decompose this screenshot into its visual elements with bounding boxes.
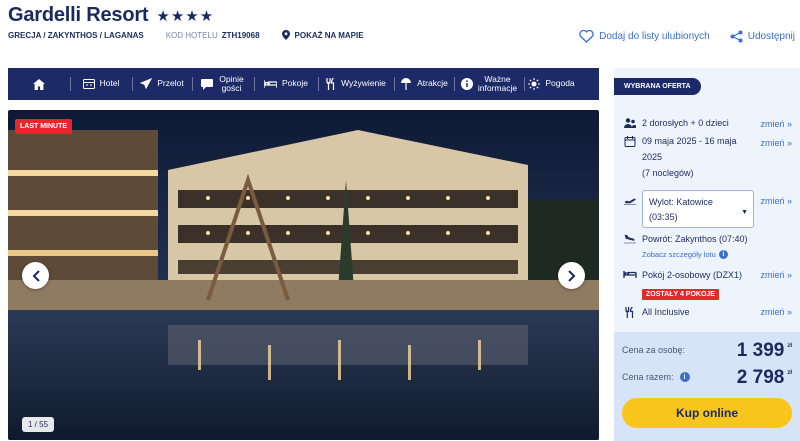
takeoff-icon — [624, 198, 636, 205]
price-per-person-value: 1 399 — [736, 340, 785, 361]
return-value: Powrót: Zakynthos (07:40) — [642, 234, 748, 244]
hotel-title-row: Gardelli Resort ★★★★ — [8, 4, 214, 27]
bed-icon — [623, 271, 637, 278]
change-departure-link[interactable]: zmień » — [760, 196, 792, 206]
departure-line-2: (03:35) — [649, 212, 678, 222]
nav-flight-label: Przelot — [157, 78, 184, 89]
share-label: Udostępnij — [747, 31, 795, 42]
return-row: Powrót: Zakynthos (07:40) — [622, 234, 748, 244]
nav-weather-label: Pogoda — [545, 78, 575, 89]
photo-gallery: LAST MINUTE 1 / 55 — [8, 110, 599, 440]
flight-details-link[interactable]: Zobacz szczegóły lotu i — [642, 250, 728, 259]
nav-home[interactable] — [8, 68, 70, 100]
hotel-stars: ★★★★ — [156, 8, 215, 25]
landing-icon — [624, 234, 636, 244]
hotel-code-value: ZTH19068 — [221, 30, 260, 40]
nav-flight[interactable]: Przelot — [132, 68, 192, 100]
departure-icon-row — [622, 196, 638, 206]
info-icon: i — [718, 250, 728, 259]
calendar-icon — [624, 136, 636, 147]
add-to-favorites-button[interactable]: Dodaj do listy ulubionych — [579, 30, 710, 43]
nav-weather[interactable]: Pogoda — [524, 68, 579, 100]
price-total-label-group: Cena razem: i — [622, 372, 690, 382]
rooms-left-badge: ZOSTAŁY 4 POKOJE — [642, 289, 719, 300]
dates-line-1: 09 maja 2025 - 16 maja — [642, 136, 737, 146]
nav-board[interactable]: Wyżywienie — [318, 68, 394, 100]
price-per-person: 1 399 zł — [737, 340, 792, 362]
nav-hotel[interactable]: Hotel — [70, 68, 132, 100]
people-icon — [624, 118, 636, 128]
sun-icon — [528, 78, 541, 90]
travelers-row: 2 dorosłych + 0 dzieci — [622, 118, 729, 129]
nav-attractions-label: Atrakcje — [417, 78, 448, 89]
nav-board-label: Wyżywienie — [341, 78, 386, 89]
dates-value: 09 maja 2025 - 16 maja 2025 (7 noclegów) — [642, 133, 737, 181]
nav-important-info[interactable]: Ważne informacje — [454, 68, 524, 100]
plane-icon — [140, 78, 153, 90]
show-on-map-label: POKAŻ NA MAPIE — [294, 30, 364, 40]
heart-icon — [579, 30, 594, 43]
price-info-icon[interactable]: i — [679, 372, 690, 382]
hotel-icon — [82, 79, 95, 89]
cutlery-icon — [326, 78, 335, 90]
gallery-prev-button[interactable] — [22, 262, 49, 289]
travelers-value: 2 dorosłych + 0 dzieci — [642, 118, 729, 128]
departure-line-1: Wylot: Katowice — [649, 197, 713, 207]
departure-select[interactable]: Wylot: Katowice (03:35) ▼ — [642, 190, 754, 228]
gallery-next-button[interactable] — [558, 262, 585, 289]
dropdown-caret-icon: ▼ — [741, 209, 748, 216]
nav-reviews[interactable]: Opinie gości — [192, 68, 254, 100]
nav-attractions[interactable]: Atrakcje — [394, 68, 454, 100]
home-icon — [33, 78, 45, 90]
nav-rooms-label: Pokoje — [282, 78, 308, 89]
nights-count: (7 noclegów) — [642, 168, 694, 178]
hotel-meta: GRECJA / ZAKYNTHOS / LAGANAS KOD HOTELU … — [8, 30, 364, 40]
room-row: Pokój 2-osobowy (DZX1) — [622, 270, 742, 280]
hotel-photo — [8, 110, 599, 440]
dates-line-2: 2025 — [642, 152, 663, 162]
nav-reviews-label: Opinie gości — [219, 73, 244, 93]
cutlery-icon — [625, 307, 634, 318]
breadcrumb: GRECJA / ZAKYNTHOS / LAGANAS — [8, 30, 144, 40]
nav-important-info-label: Ważne informacje — [477, 73, 518, 93]
board-value: All Inclusive — [642, 307, 690, 317]
add-to-favorites-label: Dodaj do listy ulubionych — [599, 31, 710, 42]
flight-details-label: Zobacz szczegóły lotu — [642, 250, 716, 259]
change-travelers-link[interactable]: zmień » — [760, 119, 792, 129]
change-room-link[interactable]: zmień » — [760, 270, 792, 280]
currency: zł — [787, 343, 792, 349]
top-actions: Dodaj do listy ulubionych Udostępnij — [559, 30, 795, 43]
beach-umbrella-icon — [401, 78, 412, 90]
gallery-counter: 1 / 55 — [22, 417, 55, 432]
offer-panel: WYBRANA OFERTA 2 dorosłych + 0 dzieci zm… — [614, 68, 800, 441]
room-value: Pokój 2-osobowy (DZX1) — [642, 270, 743, 280]
chevron-right-icon — [567, 269, 575, 282]
dates-row: 09 maja 2025 - 16 maja 2025 (7 noclegów) — [622, 136, 737, 181]
chat-icon — [200, 78, 213, 90]
board-row: All Inclusive — [622, 307, 690, 318]
show-on-map-link[interactable]: POKAŻ NA MAPIE — [281, 30, 364, 40]
hotel-name: Gardelli Resort — [8, 4, 149, 26]
nav-rooms[interactable]: Pokoje — [254, 68, 318, 100]
share-icon — [730, 30, 743, 43]
hotel-code-label: KOD HOTELU — [165, 30, 218, 40]
bed-icon — [264, 80, 277, 88]
share-button[interactable]: Udostępnij — [730, 30, 795, 43]
info-icon — [460, 78, 473, 90]
change-board-link[interactable]: zmień » — [760, 307, 792, 317]
price-total-value: 2 798 — [736, 367, 785, 388]
price-total-label: Cena razem: — [622, 372, 674, 382]
section-nav: Hotel Przelot Opinie gości Pokoje Wyżywi… — [8, 68, 599, 100]
chevron-left-icon — [32, 269, 40, 282]
change-dates-link[interactable]: zmień » — [760, 138, 792, 148]
map-pin-icon — [281, 30, 290, 40]
price-total: 2 798 zł — [737, 367, 792, 389]
last-minute-badge: LAST MINUTE — [15, 119, 73, 134]
price-per-person-label: Cena za osobę: — [622, 345, 686, 355]
currency: zł — [787, 370, 792, 376]
nav-hotel-label: Hotel — [99, 78, 120, 89]
selected-offer-tag: WYBRANA OFERTA — [614, 78, 701, 95]
buy-online-button[interactable]: Kup online — [622, 398, 792, 428]
